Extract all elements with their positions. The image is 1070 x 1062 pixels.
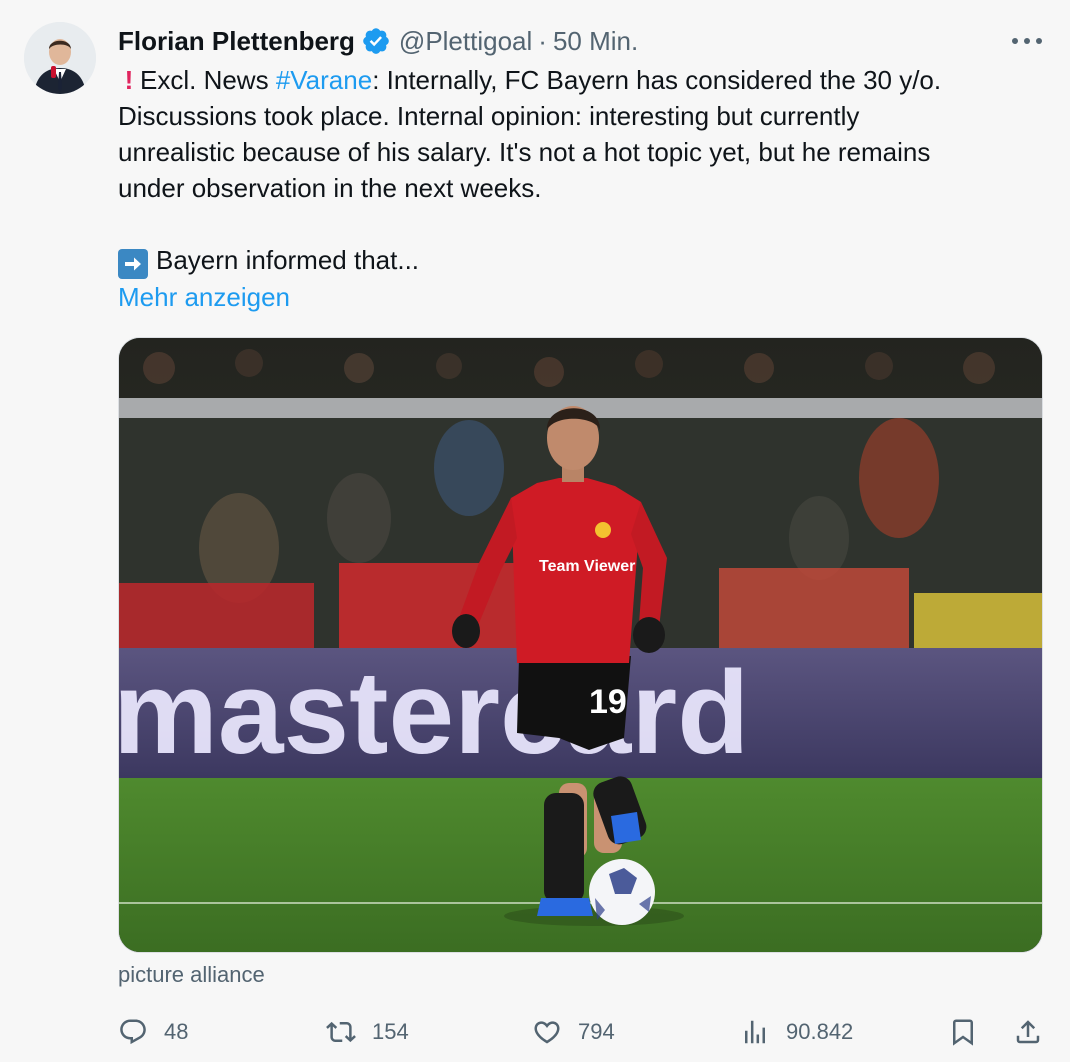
- tweet-line-5-text: Bayern informed that...: [156, 245, 420, 275]
- post-timestamp[interactable]: 50 Min.: [553, 26, 638, 57]
- tweet-line-5: Bayern informed that...: [118, 242, 1038, 279]
- hashtag-link[interactable]: #Varane: [276, 65, 372, 95]
- share-icon: [1016, 1020, 1040, 1044]
- reply-icon: [120, 1019, 146, 1045]
- verified-badge-icon: [361, 26, 391, 56]
- like-button[interactable]: 794: [532, 1012, 615, 1052]
- more-options-icon[interactable]: [1012, 34, 1042, 48]
- tweet-text-prefix: Excl. News: [140, 65, 276, 95]
- tweet-media-image[interactable]: mastercard 19 Team Viewer: [118, 337, 1043, 953]
- repost-count: 154: [372, 1019, 409, 1044]
- right-arrow-icon: [118, 249, 148, 279]
- views-chart-icon: [745, 1020, 765, 1044]
- tweet-actions-bar: 48 154 794 90.842: [118, 1012, 1043, 1052]
- views-count: 90.842: [786, 1019, 854, 1044]
- avatar-image: [24, 22, 96, 94]
- tweet-text: ! Excl. News #Varane: Internally, FC Baye…: [118, 62, 1038, 315]
- author-name[interactable]: Florian Plettenberg: [118, 26, 355, 57]
- exclamation-icon: !: [124, 65, 134, 95]
- tweet-line-4: under observation in the next weeks.: [118, 173, 542, 203]
- separator-dot: ·: [538, 25, 547, 56]
- bookmark-icon: [953, 1019, 973, 1046]
- media-credit: picture alliance: [118, 962, 265, 987]
- mastercard-board-text: mastercard: [119, 647, 749, 779]
- views-button[interactable]: 90.842: [740, 1012, 853, 1052]
- repost-icon: [326, 1021, 356, 1043]
- tweet-text-suffix: : Internally, FC Bayern has considered t…: [372, 65, 942, 95]
- author-handle[interactable]: @Plettigoal: [399, 26, 532, 57]
- tweet-line-2: Discussions took place. Internal opinion…: [118, 101, 860, 131]
- show-more-link[interactable]: Mehr anzeigen: [118, 279, 1038, 315]
- football-photo: mastercard 19 Team Viewer: [119, 338, 1042, 952]
- author-avatar[interactable]: [24, 22, 96, 94]
- tweet-line-1: ! Excl. News #Varane: Internally, FC Baye…: [118, 62, 1038, 98]
- like-count: 794: [578, 1019, 615, 1044]
- reply-button[interactable]: 48: [118, 1012, 188, 1052]
- tweet-line-3: unrealistic because of his salary. It's …: [118, 137, 931, 167]
- reply-count: 48: [164, 1019, 189, 1044]
- bookmark-button[interactable]: [948, 1012, 978, 1052]
- heart-icon: [534, 1021, 560, 1044]
- football: [589, 859, 655, 925]
- shirt-number-text: 19: [589, 683, 627, 721]
- jersey-sponsor-text: Team Viewer: [539, 558, 635, 575]
- repost-button[interactable]: 154: [326, 1012, 409, 1052]
- share-button[interactable]: [1013, 1012, 1043, 1052]
